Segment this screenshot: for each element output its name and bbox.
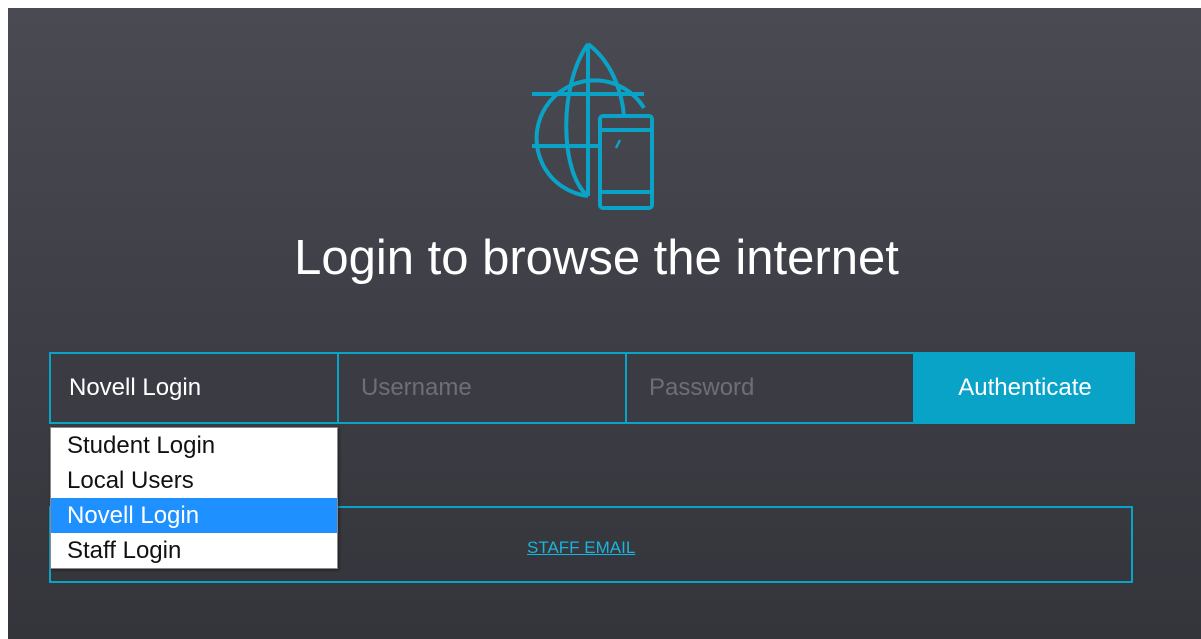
globe-with-phone-icon bbox=[532, 42, 654, 210]
page-title: Login to browse the internet bbox=[294, 231, 899, 285]
dropdown-option-local-users[interactable]: Local Users bbox=[51, 463, 337, 498]
authenticate-button[interactable]: Authenticate bbox=[915, 352, 1135, 424]
dropdown-option-novell-login[interactable]: Novell Login bbox=[51, 498, 337, 533]
login-type-dropdown[interactable]: Student Login Local Users Novell Login S… bbox=[50, 427, 338, 569]
password-input[interactable] bbox=[627, 354, 913, 422]
login-type-select[interactable]: Novell Login bbox=[49, 352, 339, 424]
login-page: Login to browse the internet Novell Logi… bbox=[8, 8, 1201, 639]
username-input[interactable] bbox=[339, 354, 625, 422]
dropdown-option-student-login[interactable]: Student Login bbox=[51, 428, 337, 463]
dropdown-option-staff-login[interactable]: Staff Login bbox=[51, 533, 337, 568]
staff-email-link[interactable]: STAFF EMAIL bbox=[527, 538, 635, 558]
username-field-wrap bbox=[339, 352, 627, 424]
login-type-value: Novell Login bbox=[69, 374, 202, 401]
login-form: Novell Login Authenticate bbox=[49, 352, 1135, 424]
password-field-wrap bbox=[627, 352, 915, 424]
